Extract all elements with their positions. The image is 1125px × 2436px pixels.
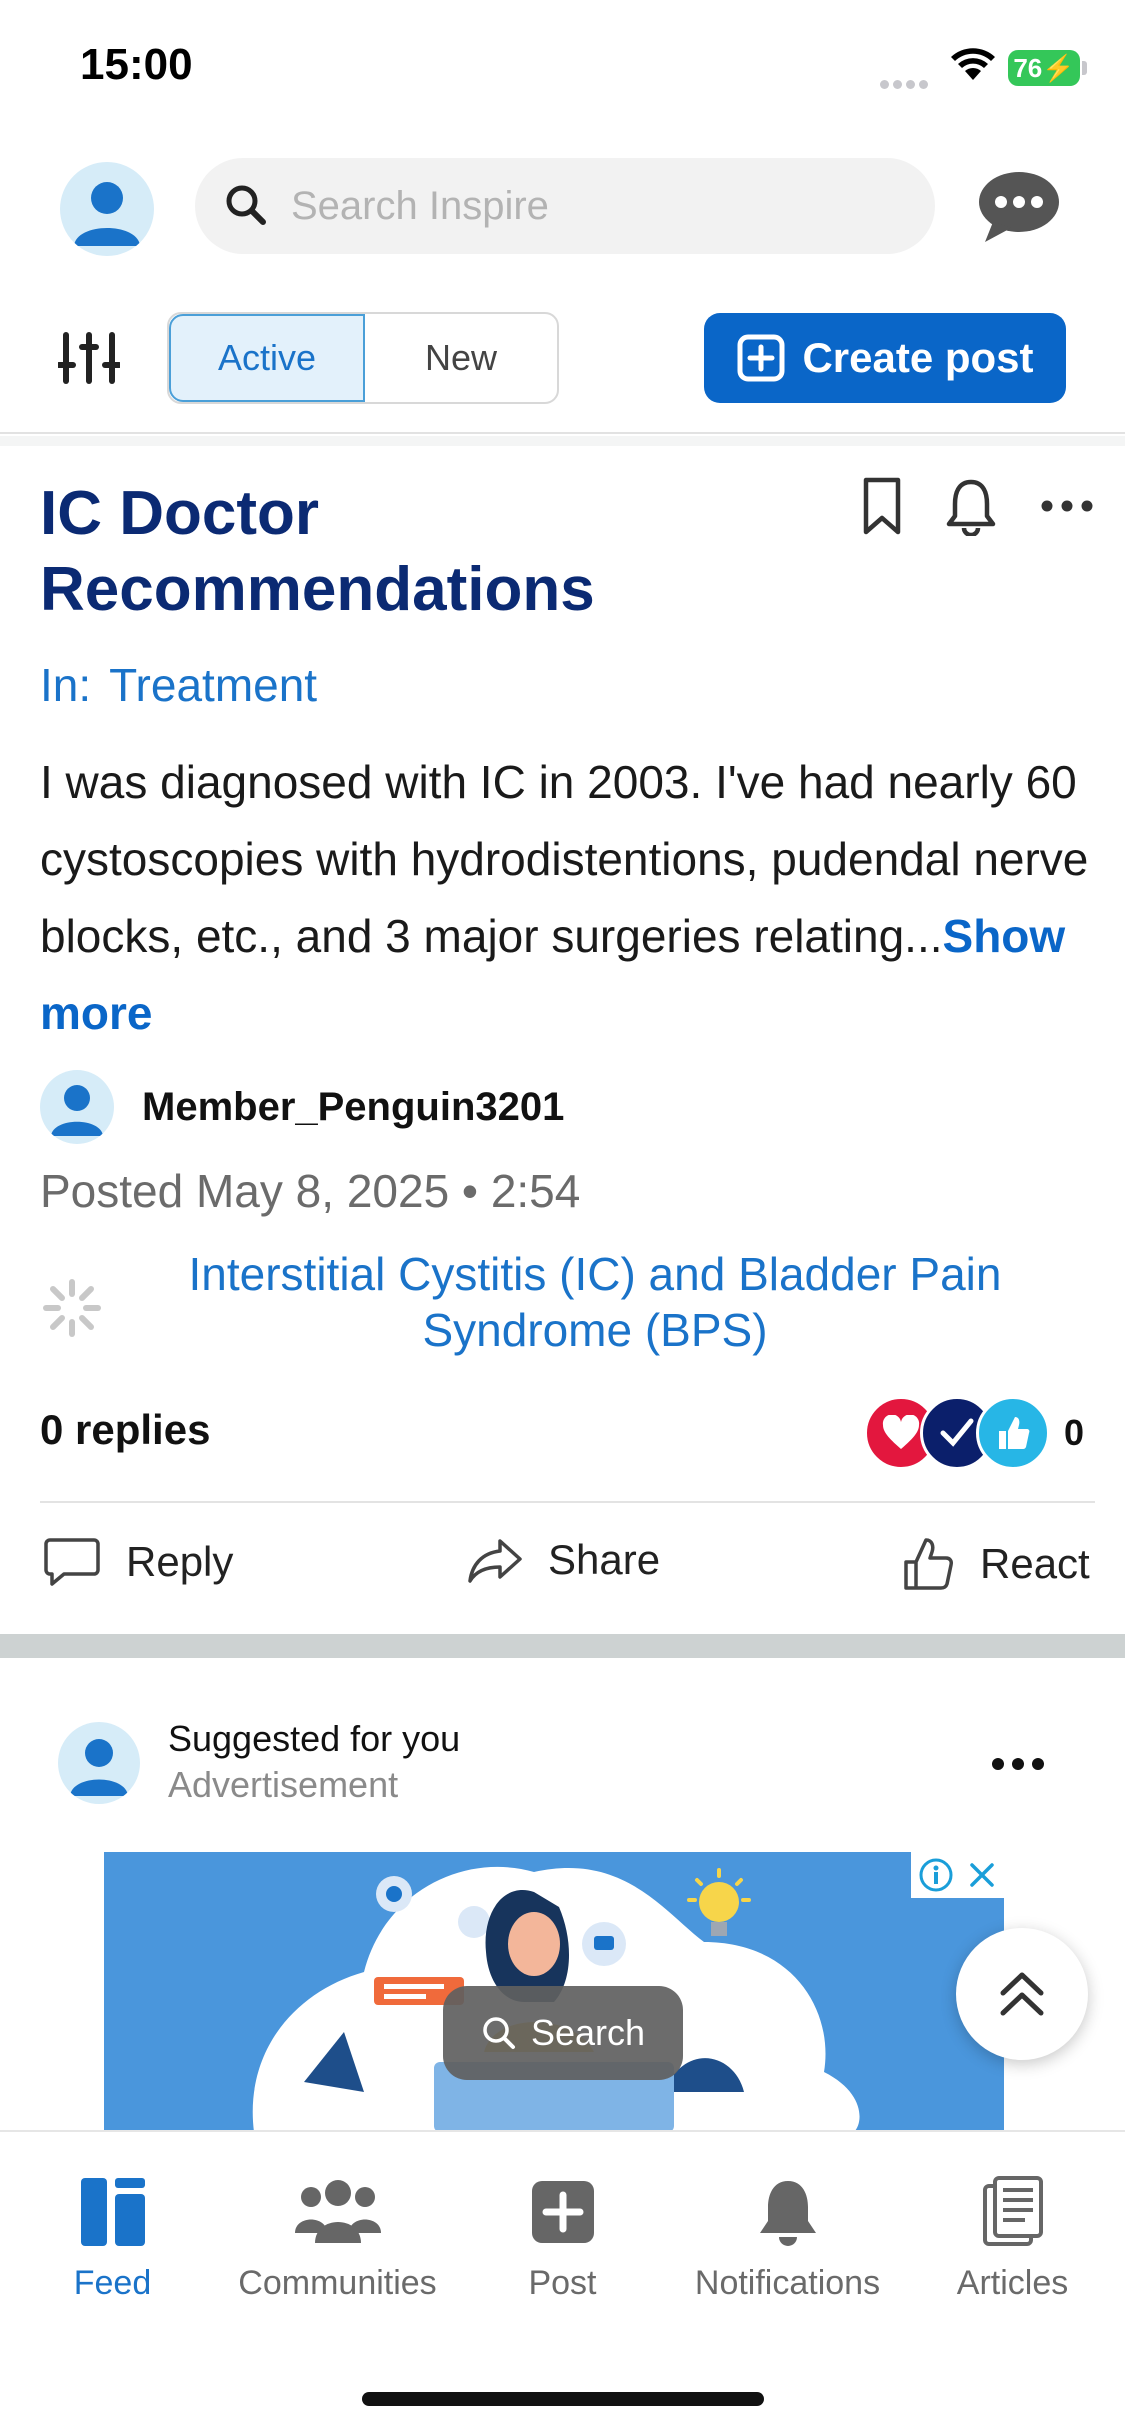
create-post-label: Create post [802, 334, 1034, 381]
profile-avatar[interactable] [60, 162, 154, 256]
post-category-line: In: Treatment [40, 658, 317, 712]
post-actions [862, 476, 1094, 536]
reply-button[interactable]: Reply [44, 1536, 233, 1588]
bottom-tab-bar: Feed Communities Post Notifications Arti… [0, 2130, 1125, 2436]
community-link[interactable]: Interstitial Cystitis (IC) and Bladder P… [120, 1246, 1070, 1358]
divider [0, 436, 1125, 446]
tab-communities[interactable]: Communities [225, 2172, 450, 2303]
feed-toolbar: Active New Create post [0, 305, 1125, 405]
articles-icon [982, 2176, 1043, 2246]
community-row: Interstitial Cystitis (IC) and Bladder P… [40, 1246, 1080, 1366]
more-options-icon[interactable] [1040, 499, 1094, 513]
user-icon [74, 182, 140, 246]
floating-search-label: Search [530, 2012, 646, 2053]
replies-count[interactable]: 0 replies [40, 1406, 210, 1454]
share-button[interactable]: Share [468, 1536, 660, 1584]
battery-tip [1082, 61, 1087, 75]
battery-level: 76 [1013, 52, 1043, 83]
search-input[interactable] [291, 178, 891, 234]
reply-icon [44, 1538, 100, 1586]
communities-icon [294, 2180, 381, 2243]
reply-label: Reply [126, 1538, 234, 1585]
loading-spinner-icon [43, 1279, 101, 1337]
category-link[interactable]: Treatment [109, 659, 317, 711]
post-action-bar: Reply Share React [0, 1536, 1125, 1626]
tab-post[interactable]: Post [450, 2172, 675, 2303]
app-header [0, 150, 1125, 270]
user-icon [51, 1085, 103, 1136]
bell-icon [759, 2181, 816, 2246]
tab-feed[interactable]: Feed [0, 2172, 225, 2303]
suggested-avatar [58, 1722, 140, 1804]
react-label: React [980, 1540, 1090, 1587]
tab-label: Post [528, 2264, 597, 2302]
reactions-summary[interactable]: 0 [864, 1396, 1084, 1470]
thumbs-up-reaction-icon [976, 1396, 1050, 1470]
battery-icon: 76 ⚡ [1008, 50, 1080, 86]
search-icon [483, 2017, 515, 2049]
tab-label: Communities [238, 2264, 437, 2302]
close-icon[interactable] [967, 1860, 997, 1890]
status-bar: 15:00 76 ⚡ [0, 0, 1125, 140]
bookmark-icon[interactable] [862, 476, 902, 536]
suggested-more-icon[interactable] [992, 1758, 1044, 1770]
create-post-button[interactable]: Create post [704, 313, 1066, 403]
post-excerpt: I was diagnosed with IC in 2003. I've ha… [40, 756, 1089, 962]
thumbs-up-icon [904, 1538, 953, 1590]
signal-icon [880, 76, 936, 89]
post-icon [531, 2181, 594, 2243]
share-label: Share [548, 1536, 661, 1583]
post-author[interactable]: Member_Penguin3201 [40, 1070, 564, 1144]
section-separator [0, 1634, 1125, 1658]
share-icon [468, 1539, 522, 1583]
tab-label: Feed [73, 2264, 152, 2302]
feed-icon [80, 2178, 145, 2246]
home-indicator [362, 2392, 764, 2406]
tab-active[interactable]: Active [169, 314, 365, 402]
ad-choices[interactable] [911, 1852, 1004, 1898]
floating-search-button[interactable]: Search [443, 1986, 683, 2080]
search-icon [226, 185, 266, 225]
double-chevron-up-icon [1000, 1972, 1044, 2016]
search-bar[interactable] [195, 158, 935, 254]
wifi-icon [951, 48, 995, 80]
reaction-count: 0 [1064, 1412, 1085, 1453]
divider [40, 1501, 1095, 1503]
tab-label: Articles [956, 2264, 1069, 2302]
post-body: I was diagnosed with IC in 2003. I've ha… [40, 744, 1100, 1052]
tab-articles[interactable]: Articles [900, 2172, 1125, 2303]
suggested-subtitle: Advertisement [168, 1764, 399, 1805]
tab-new[interactable]: New [365, 314, 557, 402]
tab-label: Notifications [694, 2264, 881, 2302]
in-label: In: [40, 659, 92, 711]
author-name: Member_Penguin3201 [142, 1084, 565, 1129]
suggested-title: Suggested for you [168, 1718, 461, 1759]
divider [0, 432, 1125, 434]
tab-notifications[interactable]: Notifications [675, 2172, 900, 2303]
react-button[interactable]: React [902, 1536, 1090, 1592]
bell-icon[interactable] [944, 476, 998, 536]
filter-icon[interactable] [58, 331, 120, 385]
post-title[interactable]: IC Doctor Recommendations [40, 476, 760, 628]
feed-segment-control: Active New [167, 312, 559, 404]
plus-square-icon [737, 334, 785, 382]
post-timestamp: Posted May 8, 2025 • 2:54 [40, 1165, 581, 1217]
author-avatar [40, 1070, 114, 1144]
messages-icon[interactable] [975, 168, 1063, 248]
status-time: 15:00 [80, 40, 193, 89]
user-icon [70, 1739, 128, 1796]
info-icon[interactable] [918, 1857, 954, 1893]
scroll-to-top-button[interactable] [956, 1928, 1088, 2060]
